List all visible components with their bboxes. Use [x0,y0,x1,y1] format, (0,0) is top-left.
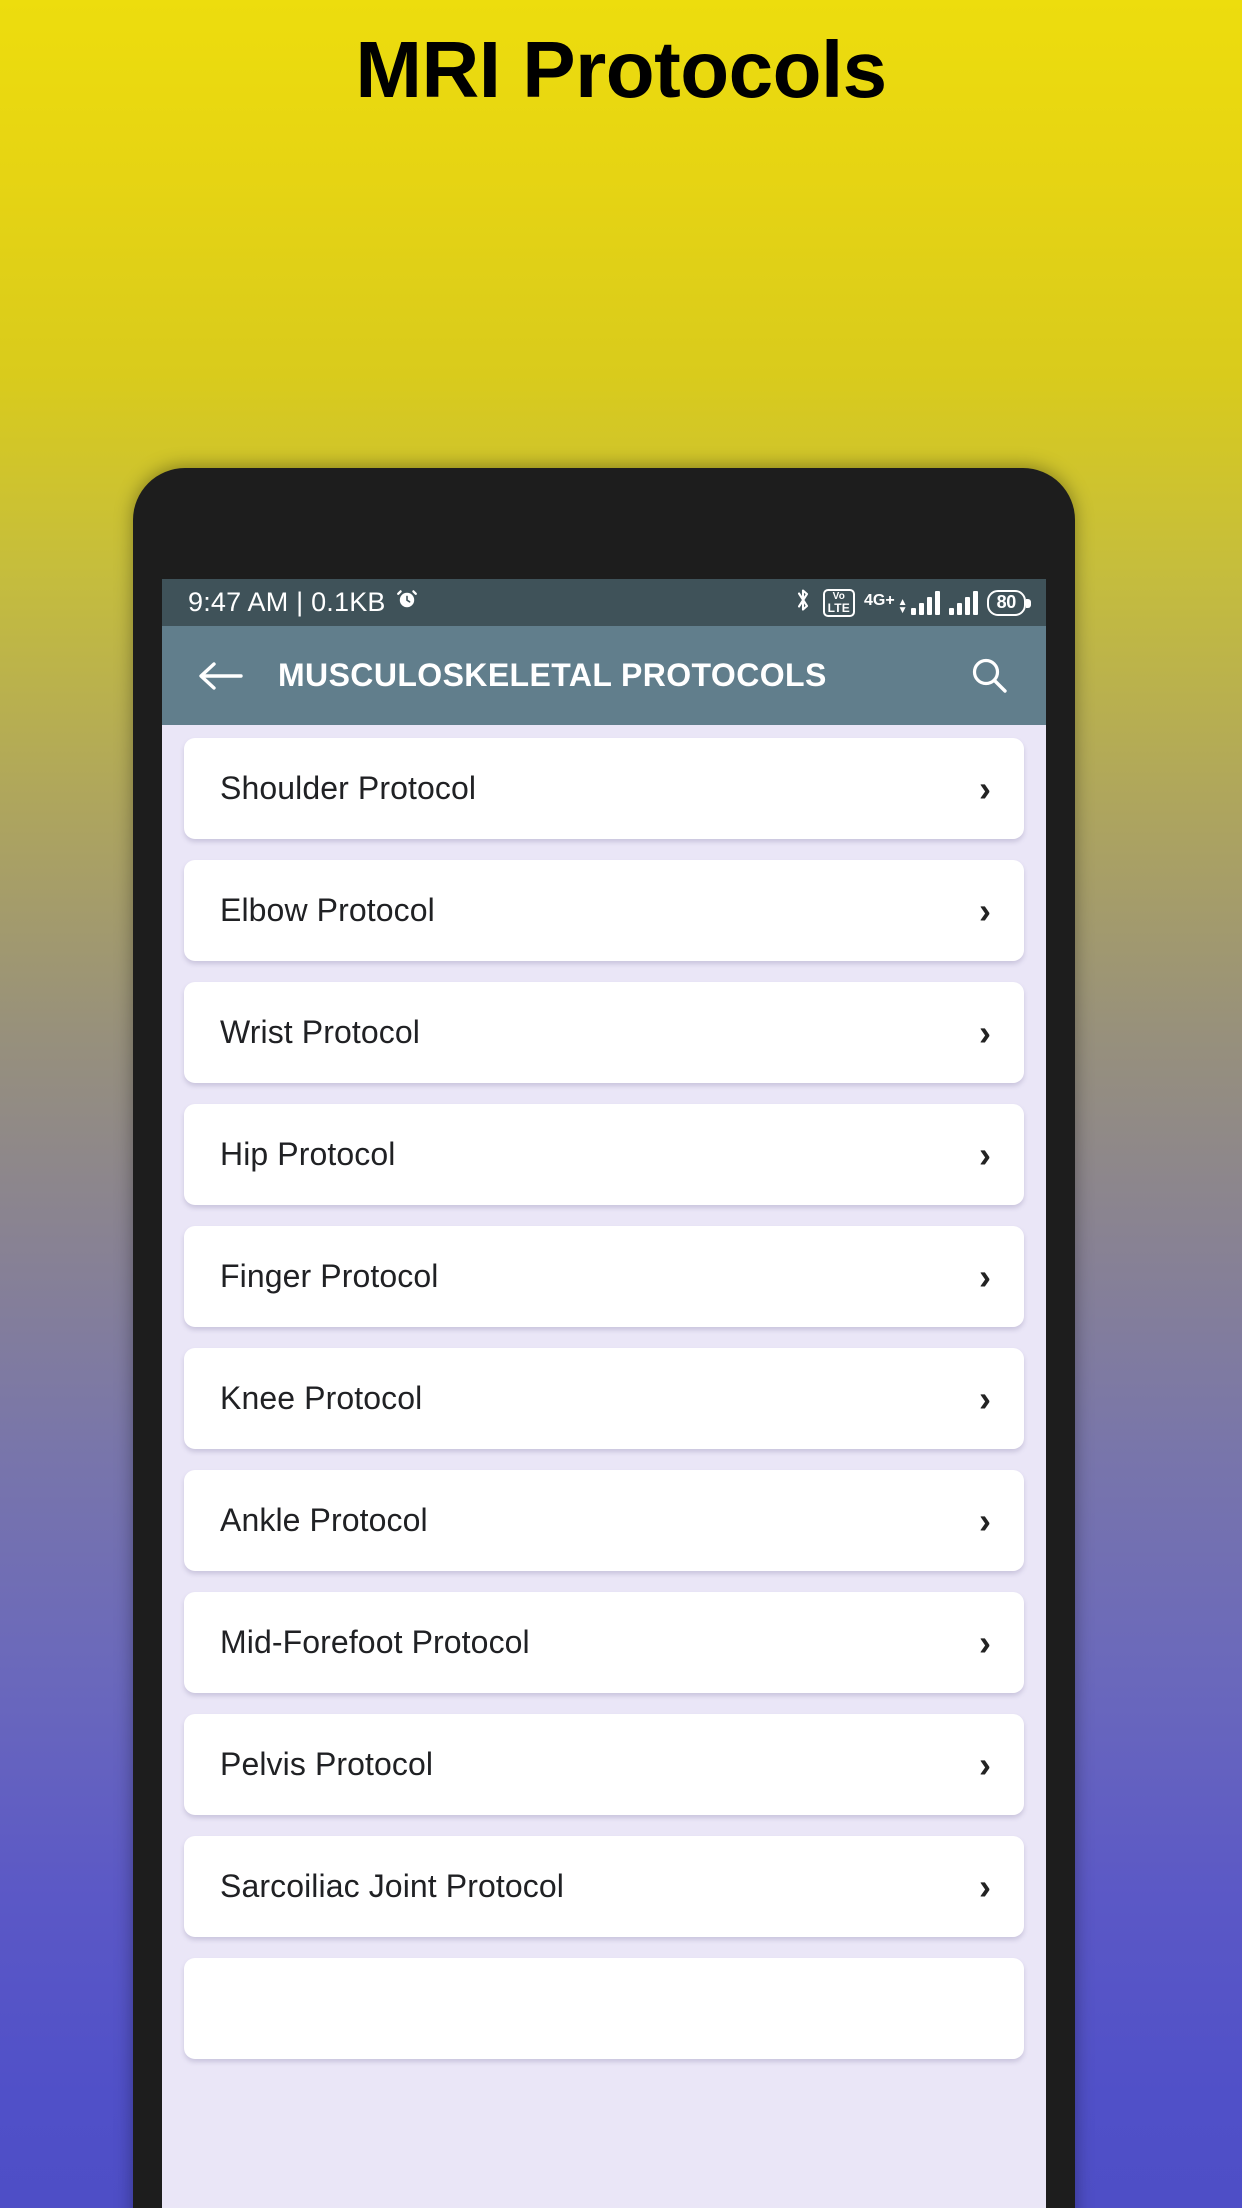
chevron-right-icon: › [979,1255,991,1297]
chevron-right-icon: › [979,889,991,931]
phone-mockup-frame: 9:47 AM | 0.1KB Vo LTE 4G+ ▲ ▼ 80 MUSCUL… [133,468,1075,2208]
list-item[interactable]: Shoulder Protocol › [184,738,1024,839]
back-arrow-icon[interactable] [194,650,246,702]
list-item-label: Elbow Protocol [220,892,435,928]
chevron-right-icon: › [979,1743,991,1785]
chevron-right-icon: › [979,1865,991,1907]
volte-bottom-text: LTE [827,600,850,615]
network-type-label: 4G+ [863,591,895,609]
chevron-right-icon: › [979,1621,991,1663]
data-transfer-arrows-icon: ▲ ▼ [897,596,908,616]
chevron-right-icon: › [979,1133,991,1175]
list-item-label: Mid-Forefoot Protocol [220,1624,530,1660]
chevron-right-icon: › [979,1011,991,1053]
signal-bars-icon-2 [948,590,978,615]
list-item-label: Finger Protocol [220,1258,439,1294]
status-bar-right: Vo LTE 4G+ ▲ ▼ 80 [792,587,1032,618]
battery-indicator: 80 [986,589,1032,616]
alarm-clock-icon [395,587,419,618]
page-title: MRI Protocols [355,25,887,114]
battery-level-text: 80 [996,592,1017,612]
volte-badge: Vo LTE [822,588,855,617]
status-time-data: 9:47 AM | 0.1KB [188,587,386,617]
bluetooth-icon [792,587,814,618]
list-item-partial[interactable] [184,1958,1024,2059]
status-bar-left: 9:47 AM | 0.1KB [188,587,419,618]
volte-top-text: Vo [832,590,846,602]
signal-bars-icon [910,590,940,615]
list-item[interactable]: Mid-Forefoot Protocol › [184,1592,1024,1693]
list-item-label: Sarcoiliac Joint Protocol [220,1868,564,1904]
chevron-right-icon: › [979,1377,991,1419]
protocol-list[interactable]: Shoulder Protocol › Elbow Protocol › Wri… [162,725,1046,2208]
list-item[interactable]: Ankle Protocol › [184,1470,1024,1571]
list-item-label: Wrist Protocol [220,1014,420,1050]
list-item-label: Shoulder Protocol [220,770,477,806]
chevron-right-icon: › [979,767,991,809]
list-item[interactable]: Hip Protocol › [184,1104,1024,1205]
list-item-label: Pelvis Protocol [220,1746,434,1782]
list-item[interactable]: Finger Protocol › [184,1226,1024,1327]
list-item[interactable]: Sarcoiliac Joint Protocol › [184,1836,1024,1937]
phone-screen: 9:47 AM | 0.1KB Vo LTE 4G+ ▲ ▼ 80 MUSCUL… [162,579,1046,2208]
list-item[interactable]: Elbow Protocol › [184,860,1024,961]
app-bar: MUSCULOSKELETAL PROTOCOLS [162,626,1046,725]
list-item[interactable]: Pelvis Protocol › [184,1714,1024,1815]
chevron-right-icon: › [979,1499,991,1541]
status-bar: 9:47 AM | 0.1KB Vo LTE 4G+ ▲ ▼ 80 [162,579,1046,626]
list-item[interactable]: Wrist Protocol › [184,982,1024,1083]
list-item-label: Ankle Protocol [220,1502,428,1538]
list-item-label: Knee Protocol [220,1380,423,1416]
list-item-label: Hip Protocol [220,1136,396,1172]
page-root: MRI Protocols 9:47 AM | 0.1KB Vo LTE 4G+… [0,0,1242,2208]
list-item[interactable]: Knee Protocol › [184,1348,1024,1449]
app-bar-title: MUSCULOSKELETAL PROTOCOLS [278,657,827,693]
network-indicator-1: 4G+ ▲ ▼ [863,590,940,616]
search-icon[interactable] [962,649,1016,703]
